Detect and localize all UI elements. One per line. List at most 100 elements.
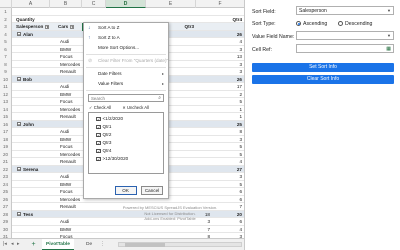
checkbox-checked-icon[interactable]: ✓ — [96, 148, 101, 154]
qtr-value-cell[interactable] — [186, 121, 210, 129]
qtr4-value-cell[interactable]: 3 — [212, 61, 242, 69]
checkbox-checked-icon[interactable]: ✓ — [96, 156, 101, 162]
set-sort-info-button[interactable]: Set Sort Info — [252, 63, 394, 72]
row-number[interactable]: 16 — [0, 120, 12, 128]
qtr-value-cell[interactable] — [186, 181, 210, 189]
column-header-b[interactable]: B — [50, 0, 82, 8]
qtr-value-cell[interactable] — [186, 166, 210, 174]
clear-filter-item[interactable]: ⊘ Clear Filter From "Quarters (date)" — [84, 56, 168, 66]
qtr-value-cell[interactable] — [186, 38, 210, 46]
row-number[interactable]: 25 — [0, 188, 12, 196]
quantity-label[interactable]: Quantity — [16, 16, 56, 24]
row-number[interactable]: 6 — [0, 45, 12, 53]
clear-sort-info-button[interactable]: Clear Sort Info — [252, 75, 394, 84]
salesperson-cell[interactable]: − Tess — [17, 211, 65, 219]
row-number[interactable]: 17 — [0, 128, 12, 136]
radio-selected-icon[interactable] — [296, 21, 301, 27]
range-select-icon[interactable]: ▦ — [386, 46, 391, 52]
filter-value-item[interactable]: ✓ Qtr4 — [89, 147, 163, 155]
qtr-value-cell[interactable] — [186, 61, 210, 69]
check-all-link[interactable]: ✓ Check All — [89, 105, 116, 110]
qtr-value-cell[interactable] — [186, 196, 210, 204]
checkbox-checked-icon[interactable]: ✓ — [96, 116, 101, 122]
qtr4-value-cell[interactable]: 17 — [212, 83, 242, 91]
row-number[interactable]: 20 — [0, 150, 12, 158]
qtr4-value-cell[interactable]: 1 — [212, 113, 242, 121]
row-number[interactable]: 13 — [0, 98, 12, 106]
qtr4-value-cell[interactable]: 6 — [212, 196, 242, 204]
qtr4-value-cell[interactable]: 5 — [212, 143, 242, 151]
row-number[interactable]: 4 — [0, 30, 12, 38]
qtr4-value-cell[interactable]: 13 — [212, 53, 242, 61]
row-number[interactable]: 2 — [0, 15, 12, 23]
collapse-icon[interactable]: − — [17, 212, 21, 217]
qtr-value-cell[interactable] — [186, 46, 210, 54]
spreadsheet[interactable]: A B C D E F 1 2 Quantity Qtr4 3 Salesper… — [0, 0, 245, 250]
row-number[interactable]: 1 — [0, 8, 12, 16]
qtr4-value-cell[interactable]: 2 — [212, 91, 242, 99]
qtr-value-cell[interactable] — [186, 31, 210, 39]
filter-search-input[interactable]: Search ⌕ — [88, 94, 164, 102]
qtr-value-cell[interactable] — [186, 106, 210, 114]
prev-sheet-icon[interactable]: ◂ — [11, 241, 14, 247]
salesperson-field-header[interactable]: Salesperson ▾ — [16, 23, 52, 31]
salesperson-cell[interactable]: − Bob — [17, 76, 65, 84]
qtr-value-cell[interactable] — [186, 83, 210, 91]
row-number[interactable]: 15 — [0, 113, 12, 121]
row-number[interactable]: 23 — [0, 173, 12, 181]
first-sheet-icon[interactable]: |◂ — [3, 241, 7, 247]
select-all-corner[interactable] — [0, 0, 12, 8]
row-number[interactable]: 14 — [0, 105, 12, 113]
filter-value-list[interactable]: ✓ <1/2/2020 ✓ Qtr1 ✓ Qtr2 ✓ Qtr3 ✓ Qtr4 ✓ >12/… — [88, 112, 164, 174]
qtr-value-cell[interactable] — [186, 53, 210, 61]
salesperson-cell[interactable]: − Serena — [17, 166, 65, 174]
row-number[interactable]: 22 — [0, 165, 12, 173]
collapse-icon[interactable]: − — [17, 167, 21, 172]
filter-value-item[interactable]: ✓ <1/2/2020 — [89, 115, 163, 123]
qtr4-value-cell[interactable]: 4 — [212, 158, 242, 166]
row-number[interactable]: 18 — [0, 135, 12, 143]
scrollbar-thumb[interactable] — [125, 243, 165, 247]
qtr-value-cell[interactable] — [186, 68, 210, 76]
qtr-value-cell[interactable] — [186, 158, 210, 166]
cell-ref-input[interactable]: ▦ — [296, 44, 394, 53]
qtr4-value-cell[interactable]: 5 — [212, 181, 242, 189]
qtr4-value-cell[interactable]: 4 — [212, 38, 242, 46]
more-sort-options-item[interactable]: More Sort Options... — [84, 43, 168, 53]
cancel-button[interactable]: Cancel — [141, 186, 163, 195]
car-cell[interactable]: BMW — [60, 226, 102, 234]
tab-pivottable[interactable]: PivotTable — [42, 239, 74, 250]
row-number[interactable]: 7 — [0, 53, 12, 61]
qtr4-value-cell[interactable]: 6 — [212, 188, 242, 196]
qtr4-value-cell[interactable]: 5 — [212, 151, 242, 159]
ascending-radio[interactable]: Ascending — [296, 21, 327, 27]
qtr-value-cell[interactable] — [186, 188, 210, 196]
qtr-value-cell[interactable] — [186, 113, 210, 121]
cars-field-header[interactable]: Cars ▾ — [58, 23, 84, 31]
descending-radio[interactable]: Descending — [338, 21, 372, 27]
row-number[interactable]: 9 — [0, 68, 12, 76]
value-field-select[interactable]: ▼ — [296, 31, 394, 40]
qtr-value-cell[interactable]: 7 — [186, 226, 210, 234]
row-number[interactable]: 29 — [0, 218, 12, 226]
sort-a-to-z-item[interactable]: ↓ Sort A to Z — [84, 23, 168, 33]
qtr4-value-cell[interactable]: 3 — [212, 46, 242, 54]
qtr-value-cell[interactable] — [186, 136, 210, 144]
qtr4-value-cell[interactable]: 3 — [212, 136, 242, 144]
column-header-c[interactable]: C — [82, 0, 106, 8]
qtr3-label[interactable]: Qtr3 — [170, 23, 194, 31]
qtr4-value-cell[interactable]: 8 — [212, 128, 242, 136]
salesperson-dropdown-icon[interactable]: ▾ — [45, 24, 50, 29]
qtr-value-cell[interactable] — [186, 151, 210, 159]
row-number[interactable]: 21 — [0, 158, 12, 166]
radio-unselected-icon[interactable] — [338, 21, 343, 27]
cars-dropdown-icon[interactable]: ▾ — [70, 24, 75, 29]
qtr4-value-cell[interactable]: 3 — [212, 173, 242, 181]
row-number[interactable]: 10 — [0, 75, 12, 83]
next-sheet-icon[interactable]: ▸ — [17, 241, 20, 247]
row-number[interactable]: 3 — [0, 23, 12, 31]
collapse-icon[interactable]: − — [17, 77, 21, 82]
row-number[interactable]: 19 — [0, 143, 12, 151]
qtr4-value-cell[interactable]: 5 — [212, 98, 242, 106]
column-header-a[interactable]: A — [12, 0, 50, 8]
